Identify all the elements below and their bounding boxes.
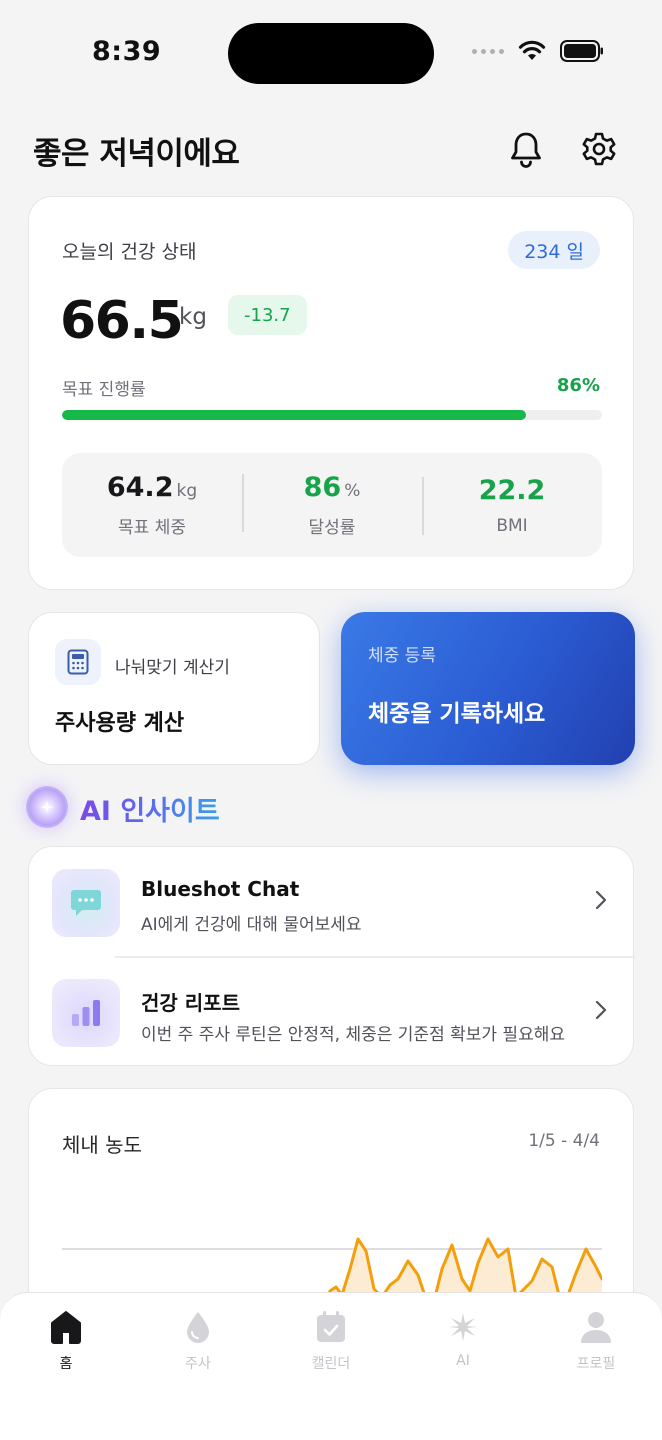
status-bar: 8:39: [0, 0, 662, 100]
concentration-title: 체내 농도: [62, 1133, 142, 1157]
bottom-tab-bar: 홈 주사 캘린더 AI 프로필: [0, 1292, 662, 1440]
weight-log-label: 체중 등록: [368, 646, 436, 666]
calculator-title: 주사용량 계산: [55, 711, 185, 736]
bar-chart-icon: [72, 1000, 100, 1026]
weight-log-title: 체중을 기록하세요: [368, 701, 546, 727]
report-title: 건강 리포트: [141, 991, 240, 1015]
signal-icon: [472, 48, 504, 54]
gear-icon: [582, 132, 616, 166]
stat-label: BMI: [496, 515, 528, 536]
ai-orb-icon: [26, 786, 68, 828]
tab-label: 캘린더: [311, 1356, 351, 1372]
goal-progress-bar: [62, 410, 602, 420]
ai-insight-list: Blueshot Chat AI에게 건강에 대해 물어보세요 건강 리포트 이…: [28, 846, 635, 1067]
chat-subtitle: AI에게 건강에 대해 물어보세요: [141, 915, 362, 935]
battery-icon: [560, 40, 603, 62]
goal-progress-fill: [62, 410, 527, 420]
tab-ai[interactable]: AI: [418, 1307, 508, 1369]
goal-progress-label: 목표 진행률: [62, 380, 146, 400]
stat-value: 64.2: [106, 472, 174, 503]
health-status-card[interactable]: 오늘의 건강 상태 234 일 66.5 kg -13.7 목표 진행률 86%…: [28, 196, 634, 590]
list-item-blueshot-chat[interactable]: Blueshot Chat AI에게 건강에 대해 물어보세요: [29, 847, 635, 957]
notification-button[interactable]: [506, 129, 546, 169]
tab-label: AI: [456, 1353, 470, 1369]
status-icons: [472, 40, 604, 62]
person-icon: [581, 1312, 611, 1343]
tab-label: 프로필: [576, 1356, 616, 1372]
settings-button[interactable]: [579, 129, 619, 169]
sparkle-icon: [449, 1313, 477, 1341]
stat-unit: %: [344, 481, 361, 501]
calculator-icon: [67, 649, 89, 675]
dynamic-island: [228, 23, 434, 84]
stat-label: 목표 체중: [118, 518, 186, 538]
stat-value: 22.2: [478, 474, 546, 506]
tab-profile[interactable]: 프로필: [551, 1307, 641, 1373]
weight-change-badge: -13.7: [228, 295, 307, 335]
tab-home[interactable]: 홈: [21, 1307, 111, 1373]
ai-insight-title: AI 인사이트: [80, 789, 220, 828]
weight-log-button[interactable]: 체중 등록 체중을 기록하세요: [341, 612, 635, 765]
chevron-right-icon: [595, 1000, 607, 1020]
tab-label: 주사: [185, 1356, 211, 1372]
calendar-icon: [317, 1311, 345, 1342]
greeting-title: 좋은 저녁이에요: [33, 136, 240, 172]
health-card-title: 오늘의 건강 상태: [62, 241, 197, 263]
bell-icon: [511, 132, 541, 168]
calculator-icon-box: [55, 639, 101, 685]
tab-calendar[interactable]: 캘린더: [286, 1307, 376, 1373]
wifi-icon: [518, 40, 546, 60]
chevron-right-icon: [595, 890, 607, 910]
list-item-health-report[interactable]: 건강 리포트 이번 주 주사 루틴은 안정적, 체중은 기준점 확보가 필요해요: [29, 957, 635, 1067]
stat-value: 86: [303, 472, 342, 503]
home-icon: [51, 1311, 81, 1344]
stat-target-weight: 64.2 kg 목표 체중: [62, 472, 242, 538]
days-badge: 234 일: [508, 231, 600, 269]
report-icon-box: [52, 979, 120, 1047]
weight-unit: kg: [179, 304, 207, 330]
drop-icon: [187, 1312, 209, 1343]
goal-progress-percent: 86%: [556, 375, 600, 396]
tab-injection[interactable]: 주사: [153, 1307, 243, 1373]
current-weight: 66.5: [60, 291, 184, 351]
stat-achievement: 86% 달성률: [242, 472, 422, 538]
calculator-label: 나눠맞기 계산기: [115, 658, 230, 678]
stat-label: 달성률: [308, 518, 356, 538]
chat-title: Blueshot Chat: [141, 877, 300, 901]
tab-label: 홈: [59, 1356, 73, 1372]
chat-bubble-icon: [71, 890, 101, 916]
stat-unit: kg: [176, 481, 198, 501]
stat-bmi: 22.2 BMI: [422, 475, 602, 536]
concentration-date-range: 1/5 - 4/4: [528, 1131, 600, 1151]
dose-calculator-card[interactable]: 나눠맞기 계산기 주사용량 계산: [28, 612, 320, 765]
report-subtitle: 이번 주 주사 루틴은 안정적, 체중은 기준점 확보가 필요해요: [141, 1025, 565, 1045]
status-time: 8:39: [92, 36, 162, 67]
stats-summary: 64.2 kg 목표 체중 86% 달성률 22.2 BMI: [62, 453, 602, 557]
chat-icon-box: [52, 869, 120, 937]
